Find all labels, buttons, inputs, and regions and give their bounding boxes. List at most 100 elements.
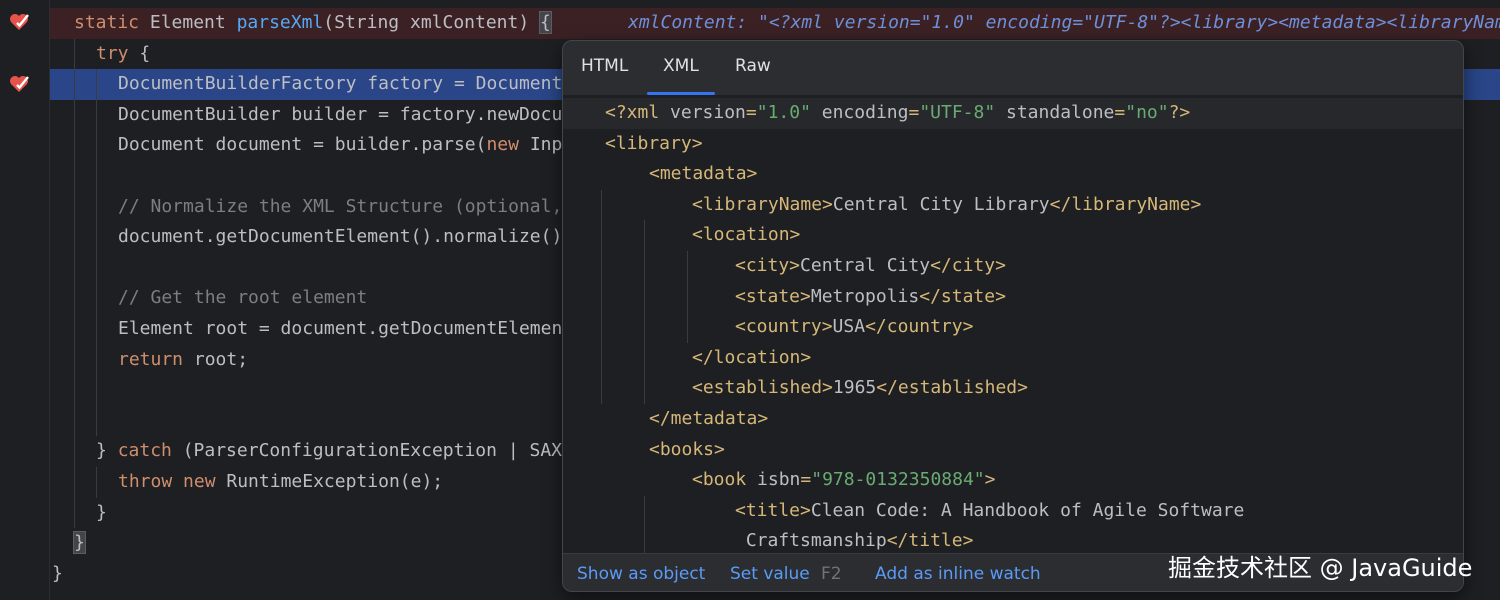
xml-indent-guide [644,220,645,404]
code-text: } catch (ParserConfigurationException | … [96,436,562,467]
xml-token: </country> [865,316,974,338]
set-value-shortcut: F2 [821,564,842,584]
code-token: RuntimeException(e); [215,471,444,492]
code-token: new [486,134,519,156]
xml-text: <country>USA</country> [735,312,973,343]
xml-token: <title> [735,499,811,521]
xml-line: <city>Central City</city> [563,251,1463,282]
xml-text: <?xml version="1.0" encoding="UTF-8" sta… [605,98,1190,129]
code-token: catch [117,440,172,462]
editor-gutter[interactable] [0,0,50,600]
xml-line: <libraryName>Central City Library</libra… [563,190,1463,221]
xml-token: > [984,469,996,491]
code-token: return [118,348,184,370]
xml-token: </title> [886,530,974,552]
xml-line: <metadata> [563,159,1463,190]
xml-token: <library> [605,132,703,154]
code-token: new [183,471,216,492]
tab-raw[interactable]: Raw [719,41,787,95]
xml-text: <state>Metropolis</state> [735,282,1006,313]
xml-token: Craftsmanship [735,530,887,552]
code-token: Element [149,12,237,33]
code-text: Element root = document.getDocumentEleme… [118,314,562,345]
xml-line: <established>1965</established> [563,373,1463,404]
code-token: try [96,42,129,64]
xml-token: "978-0132350884" [811,469,985,491]
xml-text: Craftsmanship</title> [735,526,974,553]
code-text: DocumentBuilder builder = factory.newDoc… [118,100,562,131]
xml-line: <title>Clean Code: A Handbook of Agile S… [563,496,1463,527]
xml-token: Metropolis [810,285,920,307]
code-text: throw new RuntimeException(e); [118,467,443,498]
xml-token: standalone [995,102,1115,123]
debug-value-popup: HTML XML Raw <?xml version="1.0" encodin… [562,40,1464,592]
indent-guide [96,467,97,498]
xml-text: <location> [692,220,800,251]
code-token: root; [183,348,249,370]
code-token: Document document = builder.parse( [118,134,487,156]
code-text: try { [96,39,150,70]
code-text: } [73,528,86,559]
xml-text: <established>1965</established> [692,373,1028,404]
code-token: static [74,12,140,33]
set-value-link[interactable]: Set value [730,554,810,591]
code-token: (ParserConfigurationException | SAX [171,440,563,462]
inline-debug-value[interactable]: xmlContent: "<?xml version="1.0" encodin… [628,8,1500,39]
xml-token: </city> [930,255,1006,276]
xml-text: <libraryName>Central City Library</libra… [692,190,1201,221]
xml-text: <library> [605,129,703,160]
code-text: } [52,559,63,590]
xml-token: <libraryName> [692,193,833,215]
xml-token: </state> [919,285,1006,307]
xml-token: <state> [735,285,811,307]
xml-token: Central City [800,255,931,276]
code-token: document.getDocumentElement().normalize(… [118,226,563,248]
indent-guide [96,69,97,437]
xml-token: <?xml [605,102,671,123]
code-line[interactable]: static Element parseXml(String xmlConten… [50,8,1500,39]
breakpoint-icon[interactable] [8,73,30,95]
code-token: { [539,11,552,34]
xml-line: <location> [563,220,1463,251]
tab-html[interactable]: HTML [565,41,644,95]
code-token: DocumentBuilderFactory factory = Documen… [118,73,563,95]
code-token: DocumentBuilder builder = factory.newDoc… [118,103,563,125]
xml-token: <country> [735,316,833,338]
indent-guide [74,38,75,529]
xml-line: </metadata> [563,404,1463,435]
code-text: static Element parseXml(String xmlConten… [74,8,552,39]
code-text: Document document = builder.parse(new In… [118,130,562,161]
xml-token: = [908,102,920,123]
xml-line: <state>Metropolis</state> [563,282,1463,313]
xml-token: <established> [692,377,833,399]
xml-text: <books> [649,435,725,466]
xml-token: </established> [876,377,1028,399]
code-text: } [96,498,107,529]
xml-indent-guide [644,495,645,553]
code-token: } [52,562,63,584]
xml-text: <title>Clean Code: A Handbook of Agile S… [735,496,1244,527]
breakpoint-icon[interactable] [8,11,30,33]
xml-token: <location> [692,224,801,246]
xml-text: </location> [692,343,811,374]
code-text: DocumentBuilderFactory factory = Documen… [118,69,562,100]
xml-token: ?> [1168,102,1191,123]
xml-line: </location> [563,343,1463,374]
code-token: } [96,440,118,462]
xml-token: version [670,102,746,123]
xml-token: Central City Library [832,193,1050,215]
code-token: parseXml [236,12,324,33]
add-inline-watch-link[interactable]: Add as inline watch [875,554,1041,591]
xml-line: <library> [563,129,1463,160]
xml-token: Clean Code: A Handbook of Agile Software [810,499,1245,521]
xml-token: "1.0" [756,102,811,123]
tab-xml[interactable]: XML [647,41,715,95]
show-as-object-link[interactable]: Show as object [577,554,705,591]
xml-viewer[interactable]: <?xml version="1.0" encoding="UTF-8" sta… [563,95,1463,553]
xml-indent-guide [687,251,688,343]
xml-line: <books> [563,435,1463,466]
xml-token: = [1114,102,1126,123]
code-token: { [128,42,151,64]
code-token: Inp [518,134,563,156]
